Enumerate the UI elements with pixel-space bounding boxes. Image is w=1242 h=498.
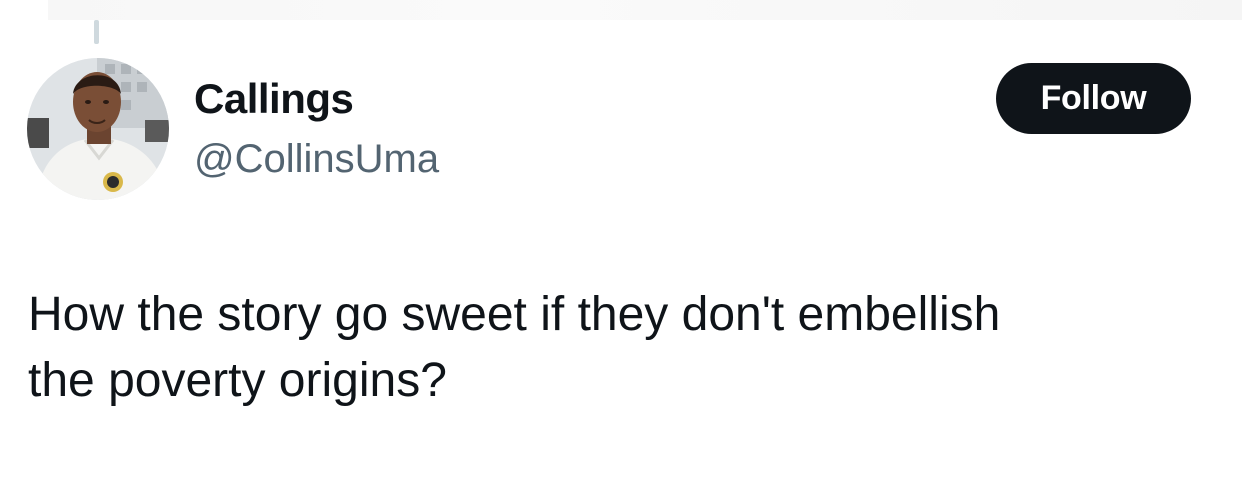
avatar[interactable] <box>27 58 169 200</box>
profile-photo-icon <box>27 58 169 200</box>
tweet-text: How the story go sweet if they don't emb… <box>28 282 1208 414</box>
tweet-text-line-1: How the story go sweet if they don't emb… <box>28 288 1001 341</box>
previous-tweet-edge <box>48 0 1242 20</box>
thread-connector-line <box>94 20 99 44</box>
tweet-text-line-2: the poverty origins? <box>28 354 447 407</box>
user-handle[interactable]: @CollinsUma <box>194 134 439 184</box>
display-name[interactable]: Callings <box>194 74 354 124</box>
follow-button[interactable]: Follow <box>996 63 1191 134</box>
